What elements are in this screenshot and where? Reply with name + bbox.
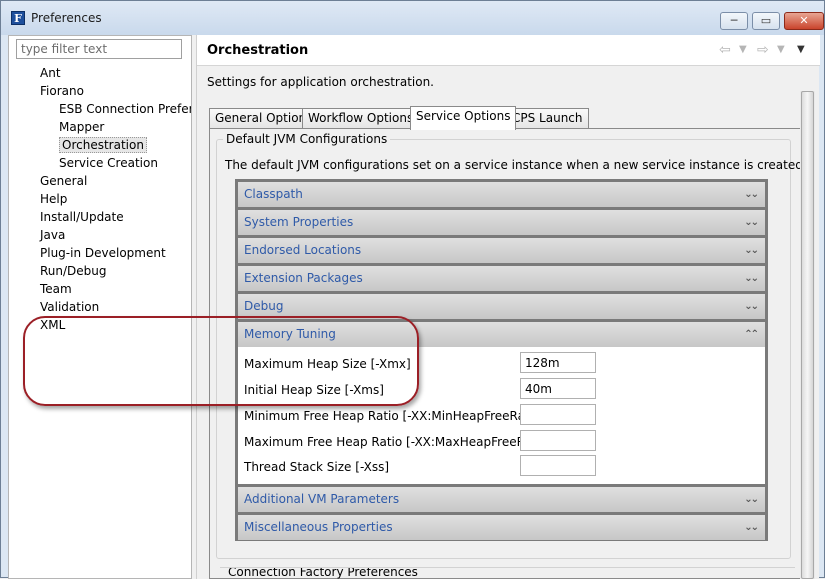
arrow-right-icon[interactable]: ⇨ <box>757 41 769 59</box>
tree-item-help[interactable]: Help <box>9 190 191 208</box>
chevron-double-down-icon[interactable]: ⌄⌄ <box>744 266 759 291</box>
section-debug[interactable]: Debug ⌄⌄ <box>238 294 765 319</box>
tree-item-label: General <box>40 174 88 188</box>
section-label: Classpath <box>244 187 303 201</box>
tree-item-validation[interactable]: Validation <box>9 298 191 316</box>
jvm-config-group: Default JVM Configurations The default J… <box>216 132 807 559</box>
close-button[interactable]: ✕ <box>784 12 824 30</box>
service-options-panel: Default JVM Configurations The default J… <box>209 128 807 579</box>
section-system-properties[interactable]: System Properties ⌄⌄ <box>238 210 765 235</box>
preference-tree-pane: Ant Fiorano ESB Connection Preferences Mapp… <box>8 35 192 579</box>
chevron-double-down-icon[interactable]: ⌄⌄ <box>744 515 759 540</box>
initial-heap-input[interactable] <box>520 378 596 399</box>
title-bar[interactable]: F Preferences ─ ▭ ✕ <box>1 1 824 35</box>
section-endorsed-locations[interactable]: Endorsed Locations ⌄⌄ <box>238 238 765 263</box>
minimize-button[interactable]: ─ <box>720 12 748 30</box>
tab-workflow-options[interactable]: Workflow Options <box>302 108 420 129</box>
tree-item-install-update[interactable]: Install/Update <box>9 208 191 226</box>
tab-service-options[interactable]: Service Options <box>410 106 517 130</box>
tree-item-fiorano[interactable]: Fiorano <box>9 82 191 100</box>
window-title: Preferences <box>31 11 102 25</box>
page-title: Orchestration <box>207 43 309 58</box>
page-description: Settings for application orchestration. <box>207 75 434 89</box>
chevron-double-down-icon[interactable]: ⌄⌄ <box>744 238 759 263</box>
tree-item-label: Plug-in Development <box>40 246 166 260</box>
connection-factory-group-title: Connection Factory Preferences <box>220 567 795 579</box>
section-additional-vm-parameters[interactable]: Additional VM Parameters ⌄⌄ <box>238 487 765 512</box>
dialog-client-area: Ant Fiorano ESB Connection Preferences Mapp… <box>8 35 820 579</box>
group-description: The default JVM configurations set on a … <box>225 158 807 172</box>
max-heap-input[interactable] <box>520 352 596 373</box>
section-label: System Properties <box>244 215 354 229</box>
memory-tuning-body: Maximum Heap Size [-Xmx] Initial Heap Si… <box>238 347 765 484</box>
tree-item-general[interactable]: General <box>9 172 191 190</box>
page-header: Orchestration ⇦ ▼ ⇨ ▼ ▼ <box>197 35 820 66</box>
max-free-heap-input[interactable] <box>520 430 596 451</box>
chevron-double-down-icon[interactable]: ⌄⌄ <box>744 182 759 207</box>
section-label: Memory Tuning <box>244 327 336 341</box>
tree-item-label: Java <box>40 228 66 242</box>
chevron-double-down-icon[interactable]: ⌄⌄ <box>744 210 759 235</box>
preference-page: Orchestration ⇦ ▼ ⇨ ▼ ▼ Settings for app… <box>196 35 820 579</box>
chevron-down-icon[interactable]: ▼ <box>777 41 785 59</box>
maximize-button[interactable]: ▭ <box>752 12 780 30</box>
tree-item-run-debug[interactable]: Run/Debug <box>9 262 191 280</box>
section-label: Debug <box>244 299 284 313</box>
vertical-scrollbar[interactable] <box>800 91 815 579</box>
preferences-window: F Preferences ─ ▭ ✕ Ant Fiorano ESB Connec… <box>0 0 825 579</box>
tree-item-label: ESB Connection Preferences <box>59 102 191 116</box>
section-classpath[interactable]: Classpath ⌄⌄ <box>238 182 765 207</box>
tree-item-mapper[interactable]: Mapper <box>9 118 191 136</box>
section-memory-tuning[interactable]: Memory Tuning ⌃⌃ <box>238 322 765 347</box>
tree-item-java[interactable]: Java <box>9 226 191 244</box>
initial-heap-label: Initial Heap Size [-Xms] <box>244 383 384 397</box>
tree-item-label: Install/Update <box>40 210 124 224</box>
group-title: Default JVM Configurations <box>223 132 391 146</box>
section-label: Extension Packages <box>244 271 363 285</box>
tab-cps-launch[interactable]: CPS Launch <box>506 108 589 129</box>
section-label: Endorsed Locations <box>244 243 362 257</box>
chevron-down-icon[interactable]: ▼ <box>739 41 747 59</box>
scrollbar-thumb[interactable] <box>801 91 814 579</box>
preference-tree: Ant Fiorano ESB Connection Preferences Mapp… <box>9 64 191 334</box>
section-label: Miscellaneous Properties <box>244 520 393 534</box>
filter-input[interactable] <box>16 39 182 59</box>
chevron-double-down-icon[interactable]: ⌄⌄ <box>744 294 759 319</box>
max-heap-label: Maximum Heap Size [-Xmx] <box>244 357 411 371</box>
tree-item-team[interactable]: Team <box>9 280 191 298</box>
max-free-heap-label: Maximum Free Heap Ratio [-XX:MaxHeapFree… <box>244 435 553 449</box>
tree-item-label: Team <box>40 282 72 296</box>
tree-item-label: Validation <box>40 300 100 314</box>
section-miscellaneous-properties[interactable]: Miscellaneous Properties ⌄⌄ <box>238 515 765 540</box>
tree-item-plug-in-development[interactable]: Plug-in Development <box>9 244 191 262</box>
tree-item-xml[interactable]: XML <box>9 316 191 334</box>
tree-item-label: Help <box>40 192 68 206</box>
chevron-double-down-icon[interactable]: ⌄⌄ <box>744 487 759 512</box>
tree-item-esb-connection-preferences[interactable]: ESB Connection Preferences <box>9 100 191 118</box>
tree-item-orchestration[interactable]: Orchestration <box>9 136 191 154</box>
tree-item-label: Fiorano <box>40 84 84 98</box>
app-icon: F <box>11 11 25 25</box>
min-free-heap-input[interactable] <box>520 404 596 425</box>
chevron-double-up-icon[interactable]: ⌃⌃ <box>744 322 759 347</box>
view-menu-icon[interactable]: ▼ <box>797 41 805 59</box>
section-label: Additional VM Parameters <box>244 492 400 506</box>
tree-item-service-creation[interactable]: Service Creation <box>9 154 191 172</box>
tree-item-label: Orchestration <box>59 137 147 153</box>
tree-item-ant[interactable]: Ant <box>9 64 191 82</box>
tree-item-label: Service Creation <box>59 156 158 170</box>
tree-item-label: XML <box>40 318 66 332</box>
tree-item-label: Ant <box>40 66 61 80</box>
arrow-left-icon[interactable]: ⇦ <box>719 41 731 59</box>
jvm-sections: Classpath ⌄⌄ System Properties ⌄⌄ Endors… <box>235 179 768 541</box>
min-free-heap-label: Minimum Free Heap Ratio [-XX:MinHeapFree… <box>244 409 546 423</box>
thread-stack-input[interactable] <box>520 455 596 476</box>
thread-stack-label: Thread Stack Size [-Xss] <box>244 460 390 474</box>
section-extension-packages[interactable]: Extension Packages ⌄⌄ <box>238 266 765 291</box>
tree-item-label: Run/Debug <box>40 264 107 278</box>
tree-item-label: Mapper <box>59 120 105 134</box>
